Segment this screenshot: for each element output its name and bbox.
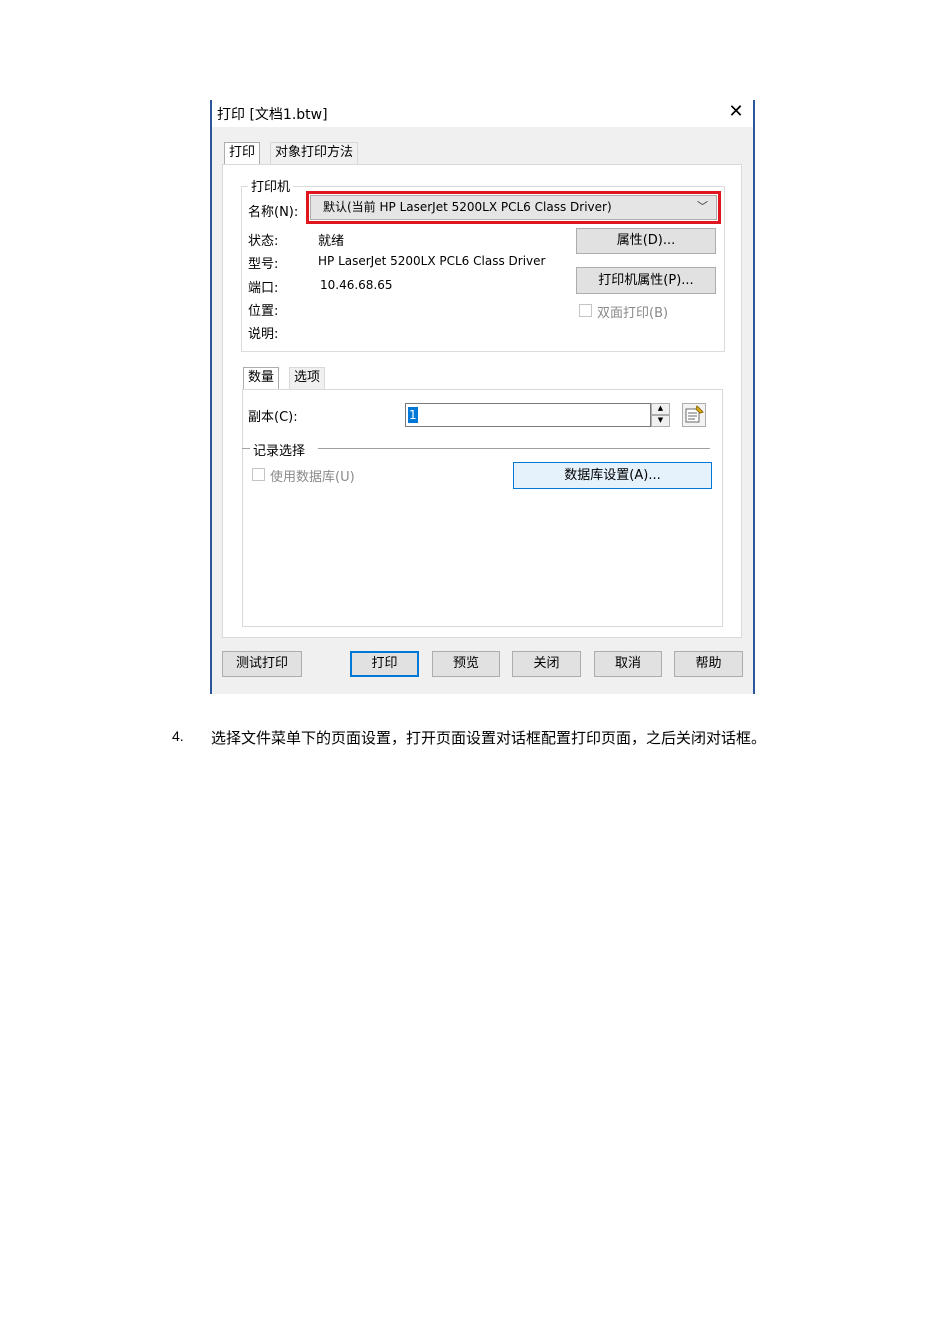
printer-name-value: 默认(当前 HP LaserJet 5200LX PCL6 Class Driv… — [323, 200, 612, 214]
tab-print[interactable]: 打印 — [224, 142, 261, 164]
port-value: 10.46.68.65 — [320, 278, 393, 292]
status-value: 就绪 — [318, 234, 345, 249]
step-instruction: 选择文件菜单下的页面设置，打开页面设置对话框配置打印页面，之后关闭对话框。 — [211, 729, 767, 747]
record-divider — [318, 448, 710, 449]
test-print-button[interactable]: 测试打印 — [222, 651, 302, 677]
record-divider-left — [242, 448, 250, 449]
properties-button[interactable]: 属性(D)... — [576, 228, 716, 254]
printer-name-select[interactable]: 默认(当前 HP LaserJet 5200LX PCL6 Class Driv… — [310, 195, 717, 220]
spin-up-icon[interactable]: ▲ — [651, 403, 670, 415]
printer-group-legend: 打印机 — [248, 176, 294, 195]
comment-label: 说明: — [248, 327, 279, 342]
printer-properties-button[interactable]: 打印机属性(P)... — [576, 267, 716, 294]
record-selection-legend: 记录选择 — [253, 444, 306, 459]
location-label: 位置: — [248, 304, 279, 319]
print-dialog: 打印 [文档1.btw] ✕ 打印 对象打印方法 打印机 名称(N): 默认(当… — [210, 100, 755, 694]
printer-name-label: 名称(N): — [248, 205, 299, 220]
dialog-title: 打印 [文档1.btw] — [217, 107, 328, 123]
tab-quantity[interactable]: 数量 — [243, 367, 280, 389]
tab-options[interactable]: 选项 — [289, 367, 326, 389]
status-label: 状态: — [248, 234, 279, 249]
close-icon[interactable]: ✕ — [724, 101, 748, 123]
model-value: HP LaserJet 5200LX PCL6 Class Driver — [318, 254, 546, 268]
window-border-right — [753, 100, 755, 694]
step-number: 4. — [172, 728, 184, 744]
database-settings-button[interactable]: 数据库设置(A)... — [513, 462, 712, 489]
port-label: 端口: — [248, 281, 279, 296]
copies-settings-icon[interactable] — [682, 403, 706, 427]
print-button[interactable]: 打印 — [350, 651, 419, 677]
duplex-label: 双面打印(B) — [597, 306, 669, 321]
chevron-down-icon: ﹀ — [697, 200, 708, 213]
copies-input[interactable]: 1 — [405, 403, 651, 427]
close-button[interactable]: 关闭 — [512, 651, 581, 677]
cancel-button[interactable]: 取消 — [594, 651, 662, 677]
use-database-checkbox[interactable] — [252, 468, 265, 481]
copies-value: 1 — [408, 407, 418, 423]
copies-label: 副本(C): — [248, 410, 298, 425]
use-database-label: 使用数据库(U) — [270, 470, 355, 485]
tab-object-print-method[interactable]: 对象打印方法 — [270, 142, 359, 164]
model-label: 型号: — [248, 257, 279, 272]
preview-button[interactable]: 预览 — [432, 651, 500, 677]
help-button[interactable]: 帮助 — [674, 651, 743, 677]
spin-down-icon[interactable]: ▼ — [651, 415, 670, 427]
duplex-checkbox[interactable] — [579, 304, 592, 317]
